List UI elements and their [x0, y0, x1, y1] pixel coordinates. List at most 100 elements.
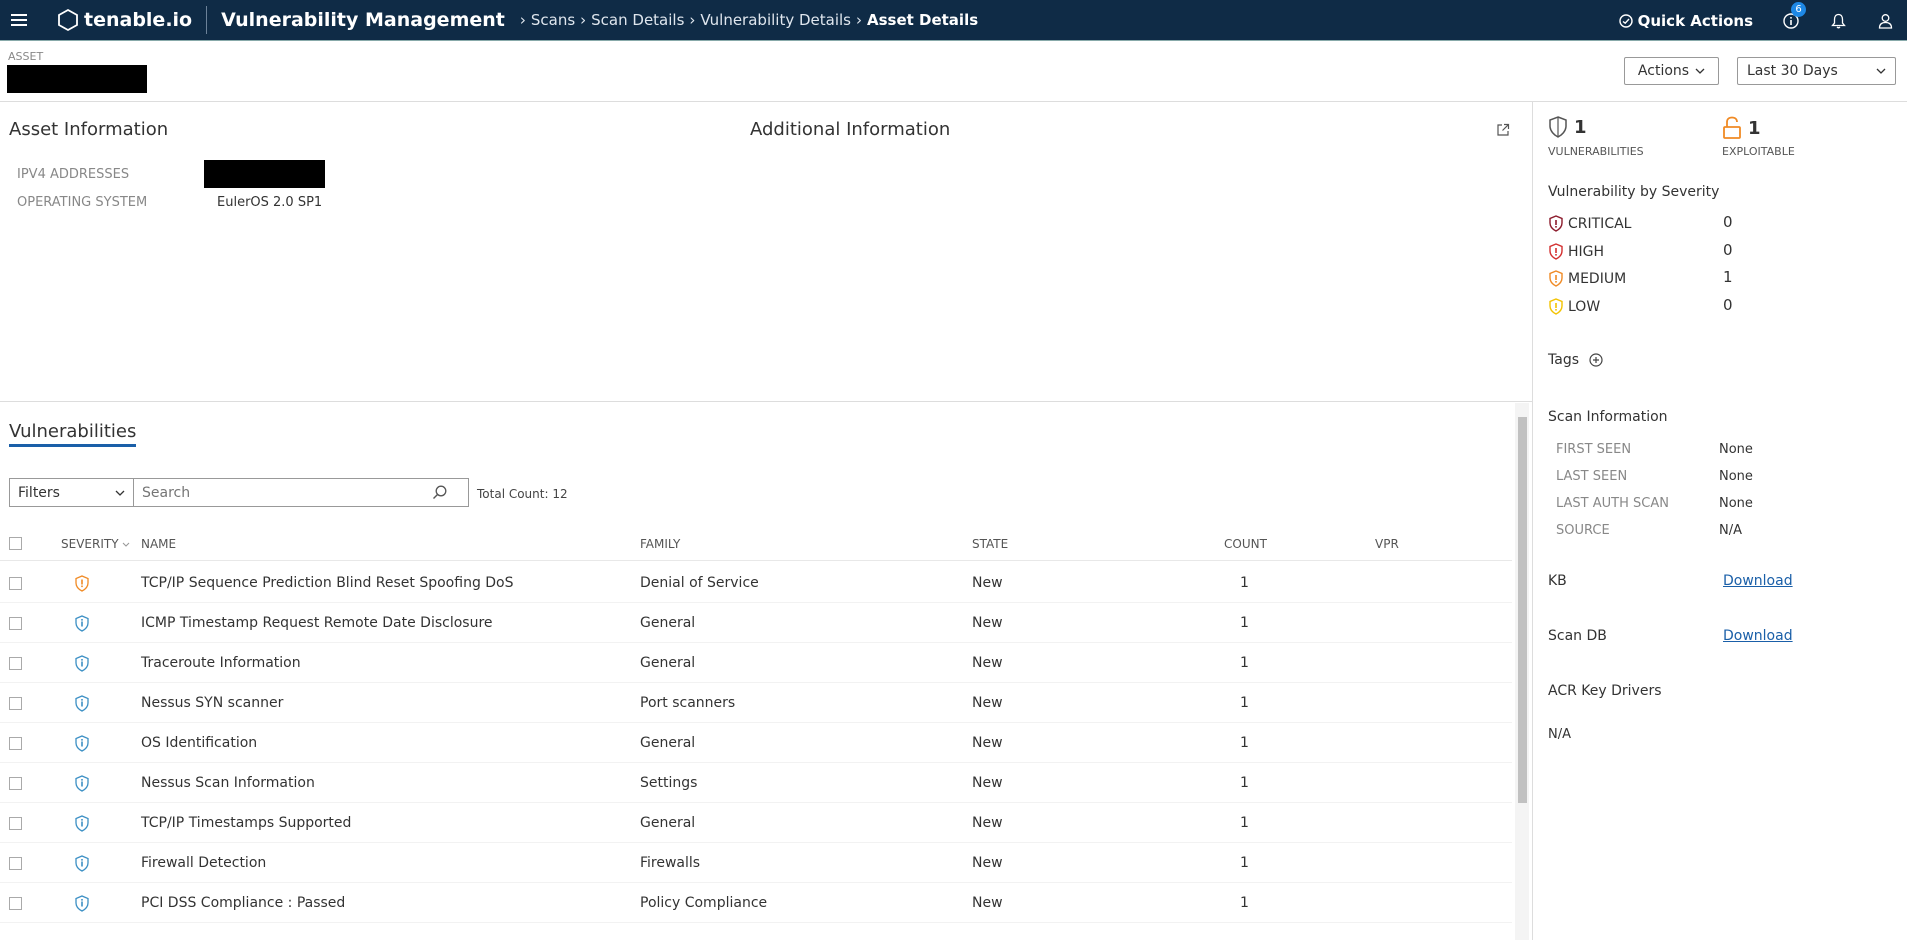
- tenable-logo[interactable]: tenable.io: [56, 6, 208, 34]
- row-checkbox[interactable]: [9, 817, 22, 830]
- additional-information-title: Additional Information: [750, 119, 951, 140]
- hamburger-menu-icon[interactable]: [2, 0, 36, 41]
- vulnerability-count: 1: [1240, 855, 1249, 871]
- severity-critical[interactable]: CRITICAL: [1548, 215, 1631, 232]
- column-header-vpr[interactable]: VPR: [1375, 537, 1399, 551]
- notifications-button[interactable]: [1828, 11, 1848, 31]
- tab-vulnerabilities[interactable]: Vulnerabilities: [9, 421, 137, 447]
- vulnerability-name[interactable]: TCP/IP Sequence Prediction Blind Reset S…: [141, 575, 514, 591]
- vulnerability-name[interactable]: TCP/IP Timestamps Supported: [141, 815, 351, 831]
- row-checkbox[interactable]: [9, 897, 22, 910]
- chevron-down-icon: [115, 490, 125, 496]
- table-row[interactable]: Firewall Detection Firewalls New 1: [0, 843, 1512, 883]
- table-row[interactable]: TCP/IP Timestamps Supported General New 1: [0, 803, 1512, 843]
- vulnerability-state: New: [972, 735, 1003, 751]
- topbar-actions: Quick Actions 6: [1618, 0, 1907, 41]
- asset-name-redacted: [7, 65, 147, 93]
- medium-shield-icon: [1549, 270, 1563, 287]
- vulnerabilities-count: 1: [1574, 116, 1587, 138]
- vulnerability-name[interactable]: OS Identification: [141, 735, 257, 751]
- exploitable-label: EXPLOITABLE: [1722, 145, 1795, 158]
- table-row[interactable]: OS Identification General New 1: [0, 723, 1512, 763]
- column-header-count[interactable]: COUNT: [1224, 537, 1267, 551]
- vulnerability-family: General: [640, 815, 696, 831]
- row-checkbox[interactable]: [9, 697, 22, 710]
- vulnerability-name[interactable]: Nessus SYN scanner: [141, 695, 283, 711]
- search-icon[interactable]: [432, 485, 447, 500]
- external-link-icon[interactable]: [1496, 122, 1510, 141]
- vulnerability-state: New: [972, 575, 1003, 591]
- quick-actions-button[interactable]: Quick Actions: [1618, 12, 1753, 30]
- filters-dropdown[interactable]: Filters: [9, 478, 133, 507]
- vulnerability-name[interactable]: ICMP Timestamp Request Remote Date Discl…: [141, 615, 493, 631]
- column-header-severity[interactable]: SEVERITY: [61, 537, 130, 551]
- severity-label: HIGH: [1568, 243, 1605, 260]
- column-header-state[interactable]: STATE: [972, 537, 1008, 551]
- vulnerability-family: General: [640, 615, 696, 631]
- row-checkbox[interactable]: [9, 577, 22, 590]
- info-severity-icon: [74, 815, 90, 836]
- actions-button[interactable]: Actions: [1624, 57, 1719, 85]
- row-checkbox[interactable]: [9, 857, 22, 870]
- shield-icon: [1549, 116, 1567, 138]
- info-severity-icon: [74, 735, 90, 756]
- logo-text: tenable.io: [84, 9, 193, 31]
- table-row[interactable]: ICMP Timestamp Request Remote Date Discl…: [0, 603, 1512, 643]
- whats-new-button[interactable]: 6: [1781, 1, 1806, 31]
- vertical-scrollbar[interactable]: [1515, 403, 1529, 940]
- row-checkbox[interactable]: [9, 657, 22, 670]
- table-row[interactable]: PCI DSS Compliance : Passed Policy Compli…: [0, 883, 1512, 923]
- table-row[interactable]: Traceroute Information General New 1: [0, 643, 1512, 683]
- user-profile-button[interactable]: [1875, 11, 1895, 31]
- last-seen-value: None: [1719, 469, 1753, 484]
- vulnerability-name[interactable]: Firewall Detection: [141, 855, 266, 871]
- vulnerability-count: 1: [1240, 655, 1249, 671]
- medium-count: 1: [1723, 268, 1733, 286]
- search-input[interactable]: [142, 484, 432, 501]
- kb-label: KB: [1548, 573, 1567, 589]
- vulnerability-name[interactable]: Nessus Scan Information: [141, 775, 315, 791]
- scan-information-title: Scan Information: [1548, 409, 1668, 425]
- info-severity-icon: [74, 695, 90, 716]
- severity-low[interactable]: LOW: [1548, 298, 1600, 315]
- add-tag-icon[interactable]: [1589, 353, 1603, 367]
- row-checkbox[interactable]: [9, 777, 22, 790]
- breadcrumb-vulnerability-details[interactable]: Vulnerability Details: [700, 11, 851, 29]
- table-row[interactable]: Nessus SYN scanner Port scanners New 1: [0, 683, 1512, 723]
- vulnerability-family: Port scanners: [640, 695, 736, 711]
- breadcrumb-separator: ›: [689, 11, 696, 29]
- ipv4-address-redacted: [204, 160, 325, 188]
- chevron-down-icon: [1876, 68, 1886, 74]
- exploitable-summary: 1: [1722, 116, 1761, 140]
- severity-high[interactable]: HIGH: [1548, 243, 1604, 260]
- severity-medium[interactable]: MEDIUM: [1548, 270, 1626, 287]
- table-row[interactable]: TCP/IP Sequence Prediction Blind Reset S…: [0, 563, 1512, 603]
- vulnerability-name[interactable]: Traceroute Information: [141, 655, 301, 671]
- date-range-select[interactable]: Last 30 Days: [1737, 57, 1896, 85]
- select-all-checkbox[interactable]: [9, 537, 22, 550]
- breadcrumb-separator: ›: [580, 11, 587, 29]
- table-row[interactable]: Nessus Scan Information Settings New 1: [0, 763, 1512, 803]
- row-checkbox[interactable]: [9, 737, 22, 750]
- breadcrumb-scans[interactable]: Scans: [531, 11, 575, 29]
- vulnerability-state: New: [972, 815, 1003, 831]
- scan-db-label: Scan DB: [1548, 628, 1607, 644]
- info-severity-icon: [74, 855, 90, 876]
- asset-header: ASSET Actions Last 30 Days: [0, 41, 1907, 102]
- info-severity-icon: [74, 655, 90, 676]
- breadcrumb-scan-details[interactable]: Scan Details: [591, 11, 684, 29]
- sort-down-icon: [122, 542, 129, 547]
- notification-count-badge: 6: [1791, 1, 1806, 17]
- vulnerability-name[interactable]: PCI DSS Compliance : Passed: [141, 895, 345, 911]
- column-header-family[interactable]: FAMILY: [640, 537, 680, 551]
- kb-download-link[interactable]: Download: [1723, 573, 1793, 589]
- column-header-name[interactable]: NAME: [141, 537, 176, 551]
- vulnerability-count: 1: [1240, 575, 1249, 591]
- vulnerability-by-severity-title: Vulnerability by Severity: [1548, 184, 1720, 200]
- row-checkbox[interactable]: [9, 617, 22, 630]
- scan-db-download-link[interactable]: Download: [1723, 628, 1793, 644]
- source-label: SOURCE: [1556, 523, 1610, 538]
- acr-key-drivers-title: ACR Key Drivers: [1548, 683, 1662, 699]
- breadcrumb-separator: ›: [855, 11, 862, 29]
- scrollbar-thumb[interactable]: [1518, 417, 1527, 803]
